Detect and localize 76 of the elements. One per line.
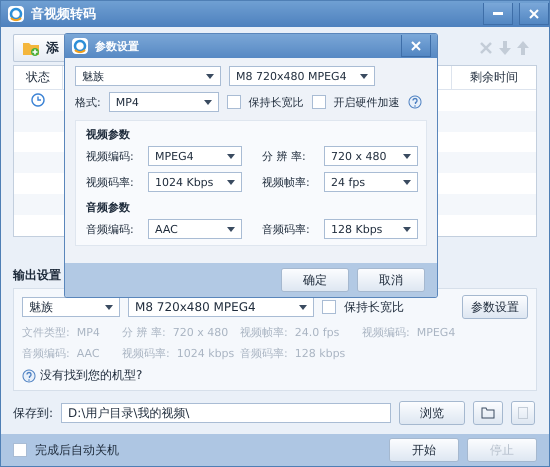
help-icon[interactable] — [22, 368, 36, 382]
folder-button[interactable] — [473, 401, 504, 425]
checkbox-label: 保持长宽比 — [344, 298, 404, 316]
dropdown[interactable]: AAC — [148, 219, 242, 239]
path-field[interactable]: D:\用户目录\我的视频\ — [61, 403, 392, 423]
dropdown[interactable]: 魅族 — [75, 66, 221, 86]
delete-icon[interactable] — [479, 41, 493, 55]
dropdown[interactable]: MP4 — [108, 92, 219, 112]
document-icon — [518, 407, 528, 419]
field-label: 保存到: — [13, 404, 54, 422]
section-title: 输出设置 — [13, 267, 61, 284]
field-label: 格式: — [75, 94, 101, 110]
up-arrow-icon[interactable] — [517, 41, 529, 55]
dropdown[interactable]: 1024 Kbps — [148, 172, 242, 192]
checkbox[interactable] — [322, 300, 336, 314]
close-button[interactable] — [519, 3, 549, 25]
dropdown[interactable]: 魅族 — [22, 297, 120, 317]
column-header: 剩余时间 — [469, 68, 519, 86]
dialog-title: 参数设置 — [95, 38, 140, 54]
close-icon — [411, 40, 421, 50]
info-text: 音频码率: 128 kbps — [240, 346, 346, 361]
caret-icon — [403, 180, 411, 184]
help-icon[interactable] — [408, 95, 422, 109]
checkbox-label: 完成后自动关机 — [35, 442, 119, 458]
info-text: 视频编码: MPEG4 — [362, 325, 456, 340]
down-arrow-icon[interactable] — [499, 41, 511, 55]
dropdown[interactable]: MPEG4 — [148, 146, 242, 166]
caret-icon — [299, 304, 307, 310]
start-button[interactable]: 开始 — [389, 438, 459, 462]
field-label: 视频码率: — [86, 174, 135, 190]
open-button[interactable] — [511, 401, 536, 425]
info-text: 音频编码: AAC — [22, 346, 101, 361]
dropdown[interactable]: 24 fps — [324, 172, 418, 192]
caret-icon — [360, 74, 368, 78]
browse-button[interactable]: 浏览 — [399, 401, 466, 425]
minimize-button[interactable] — [483, 3, 513, 25]
app-logo-icon — [71, 37, 89, 55]
info-text: 分 辨 率: 720 x 480 — [122, 325, 230, 340]
checkbox-label: 开启硬件加速 — [334, 94, 400, 110]
caret-icon — [204, 100, 212, 104]
caret-icon — [227, 180, 235, 184]
folder-add-icon — [22, 40, 40, 56]
checkbox[interactable] — [13, 443, 27, 457]
window-title: 音视频转码 — [31, 6, 97, 23]
help-link[interactable]: 没有找到您的机型? — [22, 367, 528, 384]
caret-icon — [403, 226, 411, 232]
close-button[interactable] — [401, 35, 431, 57]
app-logo-icon — [7, 5, 25, 23]
folder-icon — [481, 407, 496, 419]
dropdown[interactable]: M8 720x480 MPEG4 — [128, 297, 314, 317]
field-label: 视频编码: — [86, 148, 135, 164]
dropdown[interactable]: 128 Kbps — [324, 219, 418, 239]
info-text: 视频帧率: 24.0 fps — [240, 325, 340, 340]
info-text: 视频码率: 1024 kbps — [122, 346, 236, 361]
field-label: 音频码率: — [262, 222, 311, 236]
caret-icon — [227, 226, 235, 232]
settings-button[interactable]: 参数设置 — [462, 295, 528, 319]
section-title: 音频参数 — [86, 200, 131, 215]
checkbox[interactable] — [226, 95, 241, 109]
minimize-icon — [493, 12, 503, 15]
dialog-button[interactable]: 确定 — [281, 268, 349, 292]
dropdown[interactable]: M8 720x480 MPEG4 — [229, 66, 375, 86]
info-text: 文件类型: MP4 — [22, 325, 101, 340]
checkbox-label: 保持长宽比 — [248, 94, 304, 110]
column-header: 状态 — [14, 66, 63, 89]
checkbox[interactable] — [312, 95, 326, 109]
close-icon — [529, 8, 539, 18]
field-label: 视频帧率: — [262, 174, 311, 190]
field-label: 音频编码: — [86, 222, 135, 236]
field-label: 分 辨 率: — [262, 148, 307, 164]
dialog-button[interactable]: 取消 — [357, 268, 425, 292]
caret-icon — [105, 304, 113, 310]
dropdown[interactable]: 720 x 480 — [324, 146, 418, 166]
clock-icon — [31, 93, 45, 108]
section-title: 视频参数 — [86, 127, 131, 142]
caret-icon — [206, 74, 214, 78]
